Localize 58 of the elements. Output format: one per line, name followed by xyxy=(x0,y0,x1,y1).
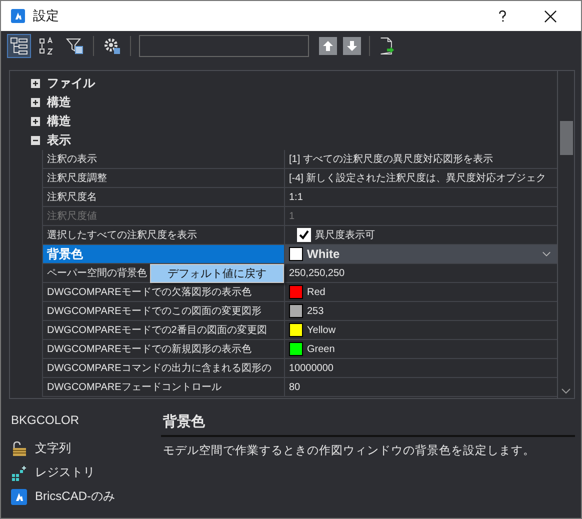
caret-icon[interactable] xyxy=(542,251,551,257)
checkbox[interactable] xyxy=(297,228,311,242)
tag-label: レジストリ xyxy=(35,464,95,481)
category-label: 構造 xyxy=(47,113,71,130)
property-value: Red xyxy=(307,286,326,298)
export-icon[interactable] xyxy=(379,37,395,55)
property-value: 1 xyxy=(289,210,295,222)
app-logo-icon xyxy=(11,488,27,504)
settings-icon[interactable] xyxy=(103,37,121,55)
property-value: 10000000 xyxy=(289,362,334,374)
property-value: [1] すべての注釈尺度の異尺度対応図形を表示 xyxy=(289,152,493,166)
property-name[interactable]: 選択したすべての注釈尺度を表示 xyxy=(42,226,285,244)
down-button[interactable] xyxy=(343,37,361,55)
command-name: BKGCOLOR xyxy=(11,413,80,427)
expand-icon[interactable] xyxy=(31,98,40,107)
expand-icon[interactable] xyxy=(31,79,40,88)
property-name[interactable]: DWGCOMPAREモードでの新規図形の表示色 xyxy=(42,340,285,358)
property-name[interactable]: 注釈尺度調整 xyxy=(42,169,285,187)
categorized-view-button[interactable] xyxy=(7,34,31,58)
tag-label: 文字列 xyxy=(35,440,71,457)
property-name[interactable]: DWGCOMPAREコマンドの出力に含まれる図形の xyxy=(42,359,285,377)
property-value: 253 xyxy=(307,306,324,316)
category-label: ファイル xyxy=(47,75,95,92)
help-icon[interactable] xyxy=(497,10,508,22)
expand-icon[interactable] xyxy=(31,117,40,126)
property-name[interactable]: DWGCOMPAREフェードコントロール xyxy=(42,378,285,396)
registry-icon xyxy=(11,464,27,480)
property-name[interactable]: 背景色 xyxy=(42,245,285,263)
property-value: 250,250,250 xyxy=(289,268,345,278)
property-value: 異尺度表示可 xyxy=(315,228,375,242)
lock-icon xyxy=(11,440,27,456)
property-name[interactable]: DWGCOMPAREモードでのこの図面の変更図形 xyxy=(42,302,285,320)
property-value: 80 xyxy=(289,382,300,392)
property-value: White xyxy=(307,247,340,261)
property-value: [-4] 新しく設定された注釈尺度は、異尺度対応オブジェク xyxy=(289,172,546,185)
down-arrow-icon xyxy=(346,40,358,52)
property-name[interactable]: 注釈尺度名 xyxy=(42,188,285,206)
close-icon[interactable] xyxy=(544,10,557,22)
scrollbar[interactable] xyxy=(557,71,574,398)
collapse-icon[interactable] xyxy=(31,136,40,145)
search-field[interactable] xyxy=(139,35,309,57)
window-title: 設定 xyxy=(33,7,59,25)
menu-item[interactable]: デフォルト値に戻す xyxy=(162,266,272,281)
property-name[interactable]: DWGCOMPAREモードでの2番目の図面の変更図 xyxy=(42,321,285,339)
property-value: 1:1 xyxy=(289,192,303,202)
scroll-thumb[interactable] xyxy=(560,121,573,155)
property-name[interactable]: 注釈の表示 xyxy=(42,150,285,168)
property-value: Green xyxy=(307,344,335,354)
up-button[interactable] xyxy=(319,37,337,55)
category-label: 構造 xyxy=(47,94,71,111)
tag-label: BricsCAD-のみ xyxy=(35,488,115,505)
property-title: 背景色 xyxy=(161,413,575,437)
property-value: Yellow xyxy=(307,324,336,336)
category-label: 表示 xyxy=(47,132,71,149)
scroll-down-icon[interactable] xyxy=(561,388,571,394)
up-arrow-icon xyxy=(322,40,334,52)
app-logo-icon xyxy=(11,9,25,23)
property-description: モデル空間で作業するときの作図ウィンドウの背景色を設定します。 xyxy=(162,443,536,458)
